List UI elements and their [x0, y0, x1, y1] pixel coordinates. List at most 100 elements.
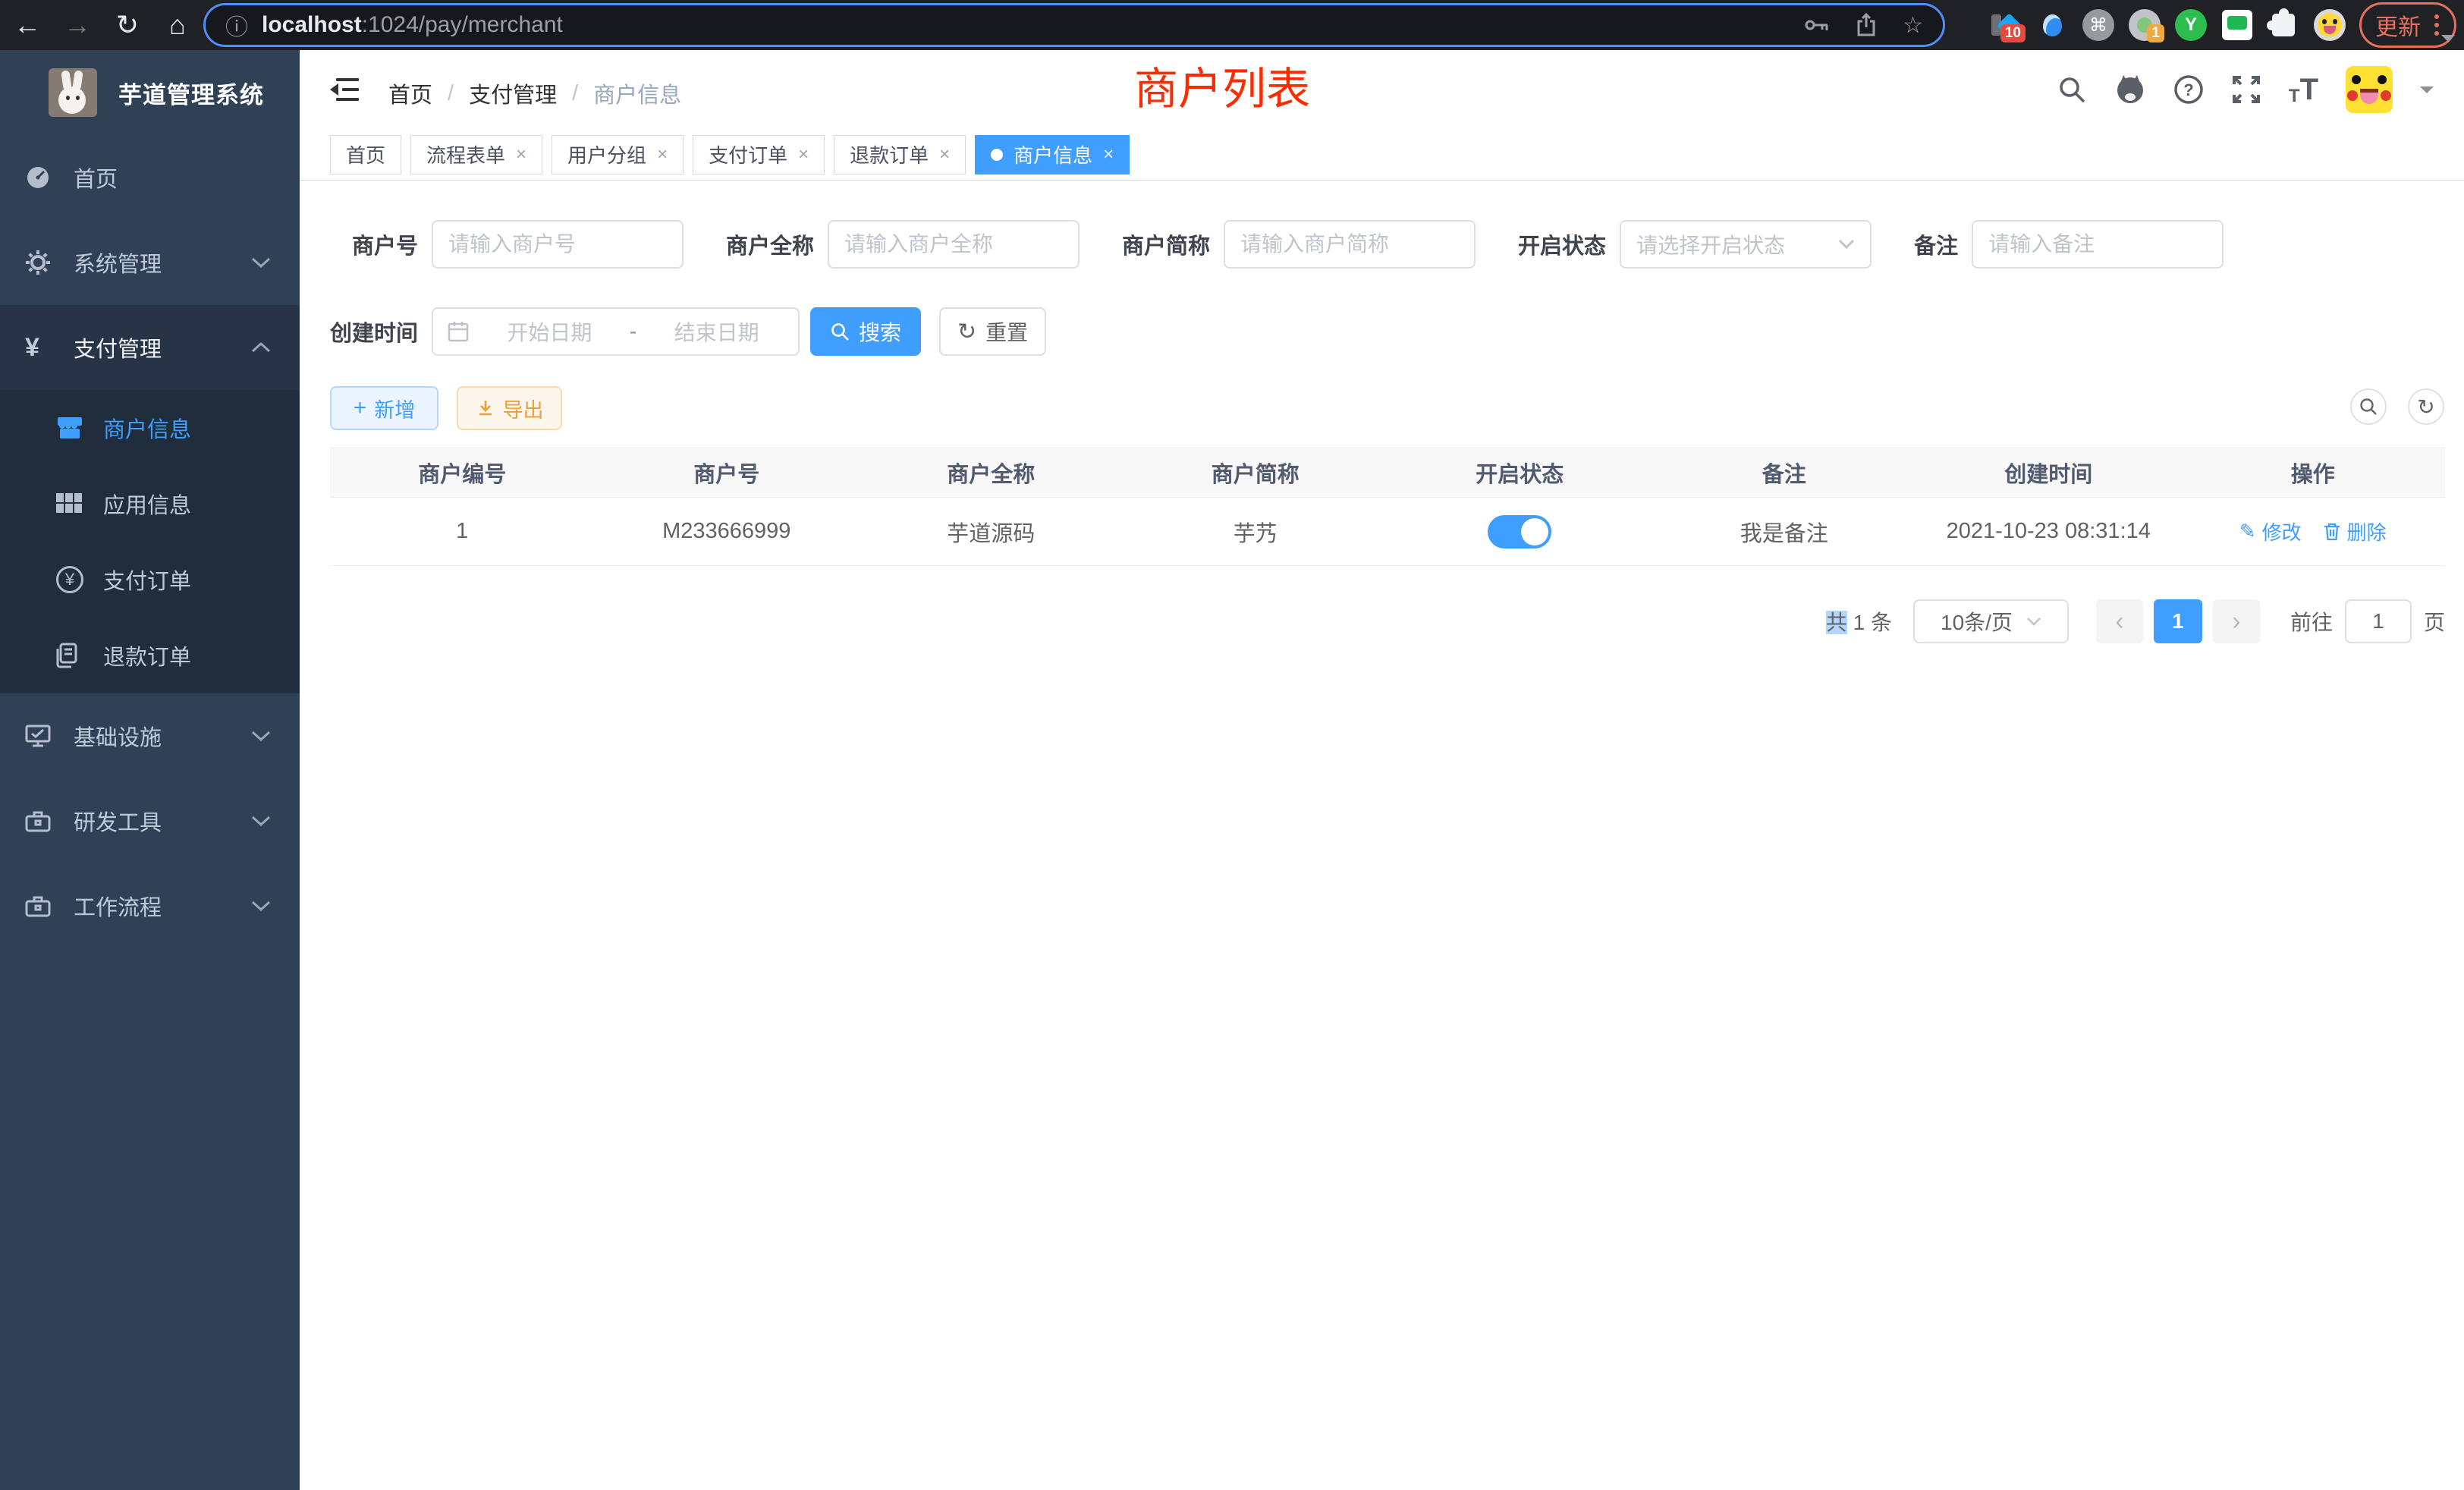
user-avatar[interactable] — [2346, 66, 2393, 113]
reload-icon[interactable]: ↻ — [112, 9, 143, 41]
sidebar-item-dev-tools[interactable]: 研发工具 — [0, 778, 300, 863]
browser-menu-dots-icon[interactable] — [2433, 13, 2440, 37]
share-icon[interactable] — [1856, 13, 1877, 37]
refresh-table-button[interactable]: ↻ — [2408, 388, 2444, 425]
status-select[interactable]: 请选择开启状态 — [1620, 220, 1872, 269]
pagination-goto: 前往 页 — [2290, 599, 2445, 643]
delete-link[interactable]: 删除 — [2323, 517, 2387, 545]
breadcrumb-home[interactable]: 首页 — [388, 77, 432, 109]
prev-page-button[interactable]: ‹ — [2096, 599, 2143, 643]
extension-y-icon[interactable]: Y — [2174, 8, 2208, 42]
close-icon[interactable]: × — [1103, 144, 1114, 165]
browser-toolbar: ← → ↻ ⌂ ⓘ localhost :1024/pay/merchant — [0, 0, 2464, 50]
merchant-table: 商户编号 商户号 商户全称 商户简称 开启状态 备注 创建时间 操作 1 M23… — [330, 448, 2445, 566]
sidebar-item-home[interactable]: 首页 — [0, 135, 300, 220]
search-icon[interactable] — [2057, 74, 2087, 105]
table-header: 商户编号 商户号 商户全称 商户简称 开启状态 备注 创建时间 操作 — [330, 448, 2445, 498]
cell-merchant-id: 1 — [330, 498, 595, 565]
close-icon[interactable]: × — [516, 144, 526, 165]
home-icon[interactable]: ⌂ — [162, 9, 193, 41]
tab-process-form[interactable]: 流程表单 × — [410, 135, 542, 174]
tab-refund-order[interactable]: 退款订单 × — [834, 135, 966, 174]
sidebar-item-workflow[interactable]: 工作流程 — [0, 863, 300, 948]
date-end-placeholder[interactable]: 结束日期 — [649, 316, 784, 347]
search-button[interactable]: 搜索 — [810, 307, 921, 356]
font-size-icon[interactable]: TT — [2289, 73, 2318, 107]
yen-circle-icon: ¥ — [56, 566, 103, 593]
sidebar-item-label: 退款订单 — [103, 640, 191, 671]
sidebar-item-system[interactable]: 系统管理 — [0, 220, 300, 305]
main-area: 首页 / 支付管理 / 商户信息 商户列表 — [300, 50, 2464, 1490]
back-icon[interactable]: ← — [12, 9, 42, 41]
sidebar-item-label: 支付订单 — [103, 564, 191, 596]
close-icon[interactable]: × — [798, 144, 809, 165]
toggle-search-button[interactable] — [2350, 388, 2387, 425]
sidebar-item-merchant-info[interactable]: 商户信息 — [0, 390, 300, 466]
sidebar-item-payment[interactable]: ¥ 支付管理 — [0, 305, 300, 390]
pagination: 共 1 条 10条/页 ‹ 1 › 前往 页 — [1826, 599, 2445, 643]
add-button[interactable]: + 新增 — [330, 386, 438, 430]
breadcrumb-separator: / — [448, 81, 454, 106]
address-bar[interactable]: ⓘ localhost :1024/pay/merchant ☆ — [203, 3, 1945, 47]
col-status: 开启状态 — [1388, 448, 1652, 497]
merchant-no-input[interactable] — [432, 220, 684, 269]
page-size-select[interactable]: 10条/页 — [1913, 599, 2069, 643]
sidebar-item-refund-order[interactable]: 退款订单 — [0, 618, 300, 693]
edit-link[interactable]: ✎ 修改 — [2239, 517, 2302, 545]
sidebar-item-label: 商户信息 — [103, 412, 191, 444]
close-icon[interactable]: × — [657, 144, 668, 165]
tab-user-group[interactable]: 用户分组 × — [552, 135, 684, 174]
tab-home[interactable]: 首页 — [330, 135, 401, 174]
cell-merchant-no: M233666999 — [595, 498, 860, 565]
goto-page-input[interactable] — [2345, 599, 2412, 643]
export-button[interactable]: 导出 — [457, 386, 562, 430]
extension-layers-icon[interactable]: 10 — [1989, 8, 2022, 42]
create-time-range-picker[interactable]: 开始日期 - 结束日期 — [432, 307, 800, 356]
forward-icon[interactable]: → — [62, 9, 93, 41]
next-page-button[interactable]: › — [2213, 599, 2260, 643]
profile-avatar-emoji[interactable] — [2313, 8, 2346, 42]
page-1-button[interactable]: 1 — [2154, 599, 2202, 643]
extension-badge: 1 — [2147, 24, 2164, 42]
pencil-icon: ✎ — [2239, 520, 2256, 543]
browser-caret-icon[interactable] — [2441, 35, 2455, 49]
extension-balloon-icon[interactable] — [2035, 8, 2069, 42]
extension-command-icon[interactable]: ⌘ — [2082, 8, 2115, 42]
short-name-label: 商户简称 — [1122, 228, 1210, 260]
table-mini-actions: ↻ — [2350, 388, 2444, 425]
col-merchant-id: 商户编号 — [330, 448, 595, 497]
avatar-caret-icon[interactable] — [2420, 86, 2434, 100]
date-start-placeholder[interactable]: 开始日期 — [482, 316, 618, 347]
breadcrumb: 首页 / 支付管理 / 商户信息 — [388, 77, 681, 109]
sidebar-item-pay-order[interactable]: ¥ 支付订单 — [0, 542, 300, 618]
status-toggle[interactable] — [1488, 515, 1551, 549]
extension-badge: 10 — [2000, 24, 2026, 42]
sidebar-item-label: 支付管理 — [74, 332, 162, 363]
search-form-row-2: 创建时间 开始日期 - 结束日期 — [330, 307, 1046, 356]
github-icon[interactable] — [2114, 74, 2146, 105]
tab-pay-order[interactable]: 支付订单 × — [693, 135, 825, 174]
extension-chat-icon[interactable] — [2220, 8, 2254, 42]
short-name-input[interactable] — [1224, 220, 1476, 269]
sidebar-item-infrastructure[interactable]: 基础设施 — [0, 693, 300, 778]
close-icon[interactable]: × — [939, 144, 950, 165]
reset-button[interactable]: ↻ 重置 — [939, 307, 1046, 356]
breadcrumb-section[interactable]: 支付管理 — [469, 77, 557, 109]
help-icon[interactable]: ? — [2173, 74, 2204, 105]
sidebar-item-app-info[interactable]: 应用信息 — [0, 466, 300, 542]
extension-status-icon[interactable]: 1 — [2128, 8, 2161, 42]
active-dot — [991, 149, 1003, 161]
page-content: 商户号 商户全称 商户简称 — [300, 181, 2464, 1490]
extensions-puzzle-icon[interactable] — [2267, 8, 2300, 42]
remark-input[interactable] — [1972, 220, 2224, 269]
site-info-icon[interactable]: ⓘ — [225, 8, 248, 42]
tab-merchant-info[interactable]: 商户信息 × — [975, 135, 1130, 174]
sidebar-collapse-icon[interactable] — [328, 74, 360, 105]
cell-remark: 我是备注 — [1652, 498, 1917, 565]
breadcrumb-current: 商户信息 — [593, 77, 681, 109]
col-merchant-no: 商户号 — [595, 448, 860, 497]
bookmark-star-icon[interactable]: ☆ — [1903, 12, 1923, 39]
fullscreen-icon[interactable] — [2231, 74, 2261, 105]
password-key-icon[interactable] — [1804, 16, 1830, 34]
full-name-input[interactable] — [828, 220, 1080, 269]
